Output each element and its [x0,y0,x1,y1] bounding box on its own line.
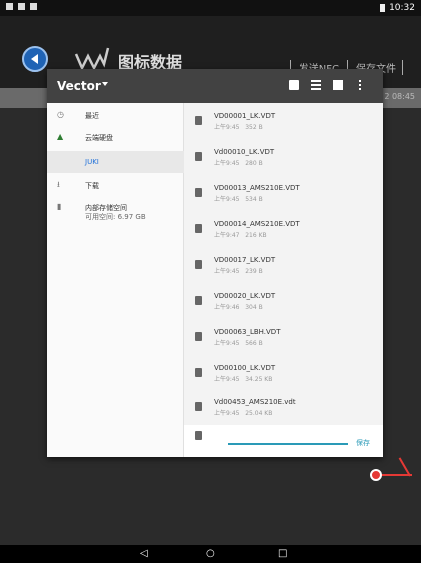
battery-icon [380,4,386,12]
sidebar-item-drive[interactable]: ▲ 云端硬盘 [47,129,184,147]
file-meta: 上午9:45 25.04 KB [214,410,273,417]
back-button[interactable] [22,46,48,72]
notification-icon [6,3,13,10]
file-name: Vd00453_AMS210E.vdt [214,398,296,406]
nav-home-icon[interactable]: ○ [206,548,215,559]
picker-toolbar: Vector [47,69,383,103]
file-name: VD00020_LK.VDT [214,292,276,300]
nav-recents-icon[interactable]: □ [278,548,287,559]
file-name: VD00001_LK.VDT [214,112,276,120]
file-row[interactable]: VD00001_LK.VDT 上午9:45 352 B [184,105,383,141]
file-row[interactable]: Vd00010_LK.VDT 上午9:45 280 B [184,141,383,177]
annotation-dot [370,469,382,481]
grid-view-icon[interactable] [333,80,343,90]
file-icon [195,224,202,233]
notification-icons [6,3,37,10]
file-list: VD00001_LK.VDT 上午9:45 352 B Vd00010_LK.V… [184,103,383,457]
sd-card-icon: ▮ [57,202,62,211]
picker-sidebar: ◷ 最近 ▲ 云端硬盘 JUKI ⭳ 下载 ▮ 内部存储空间 可用空间: 6.9… [47,103,184,457]
file-icon [195,152,202,161]
sort-icon[interactable] [311,80,321,90]
file-meta: 上午9:45 352 B [214,124,263,131]
file-meta: 上午9:45 566 B [214,340,263,347]
file-meta: 上午9:45 280 B [214,160,263,167]
file-name: VD00013_AMS210E.VDT [214,184,300,192]
status-bar: 10:32 [0,0,421,16]
file-name: VD00100_LK.VDT [214,364,276,372]
file-row[interactable]: VD00100_LK.VDT 上午9:45 34.25 KB [184,357,383,393]
file-picker-dialog: Vector ◷ 最近 ▲ 云端硬盘 JUKI ⭳ 下载 ▮ 内部存储空间 可用… [47,69,383,457]
file-icon [195,116,202,125]
file-meta: 上午9:45 239 B [214,268,263,275]
sidebar-item-internal-storage[interactable]: ▮ 内部存储空间 可用空间: 6.97 GB [47,199,184,225]
file-row[interactable]: VD00014_AMS210E.VDT 上午9:47 216 KB [184,213,383,249]
nav-back-icon[interactable]: ◁ [140,548,148,559]
download-icon: ⭳ [57,180,60,189]
file-name: VD00017_LK.VDT [214,256,276,264]
file-row[interactable]: VD00017_LK.VDT 上午9:45 239 B [184,249,383,285]
file-meta: 上午9:45 534 B [214,196,263,203]
logo-icon [74,47,110,71]
timestamp: 2 08:45 [384,92,415,101]
file-icon [195,296,202,305]
sidebar-item-juki[interactable]: JUKI [47,151,184,173]
clock-icon: ◷ [57,110,64,119]
dropdown-caret-icon[interactable] [102,82,108,86]
notification-icon [18,3,25,10]
file-icon [195,260,202,269]
save-row: 保存 [184,425,383,457]
file-row[interactable]: VD00013_AMS210E.VDT 上午9:45 534 B [184,177,383,213]
picker-title[interactable]: Vector [57,79,101,93]
status-time: 10:32 [389,3,415,13]
file-meta: 上午9:46 304 B [214,304,263,311]
new-folder-icon[interactable] [289,80,299,90]
file-icon [195,332,202,341]
file-icon [195,368,202,377]
notification-icon [30,3,37,10]
save-button[interactable]: 保存 [356,438,370,448]
file-name: Vd00010_LK.VDT [214,148,275,156]
file-row[interactable]: VD00020_LK.VDT 上午9:46 304 B [184,285,383,321]
sidebar-item-downloads[interactable]: ⭳ 下载 [47,177,184,195]
more-options-icon[interactable] [359,80,361,90]
drive-icon: ▲ [57,132,64,141]
file-meta: 上午9:45 34.25 KB [214,376,273,383]
nav-bar: ◁ ○ □ [0,545,421,563]
sidebar-item-recent[interactable]: ◷ 最近 [47,107,184,125]
file-row[interactable]: Vd00453_AMS210E.vdt 上午9:45 25.04 KB [184,391,383,427]
file-row[interactable]: VD00063_LBH.VDT 上午9:45 566 B [184,321,383,357]
file-icon [195,431,202,440]
file-name: VD00063_LBH.VDT [214,328,281,336]
file-meta: 上午9:47 216 KB [214,232,267,239]
file-name: VD00014_AMS210E.VDT [214,220,300,228]
file-icon [195,188,202,197]
filename-input[interactable] [228,443,348,445]
file-icon [195,402,202,411]
